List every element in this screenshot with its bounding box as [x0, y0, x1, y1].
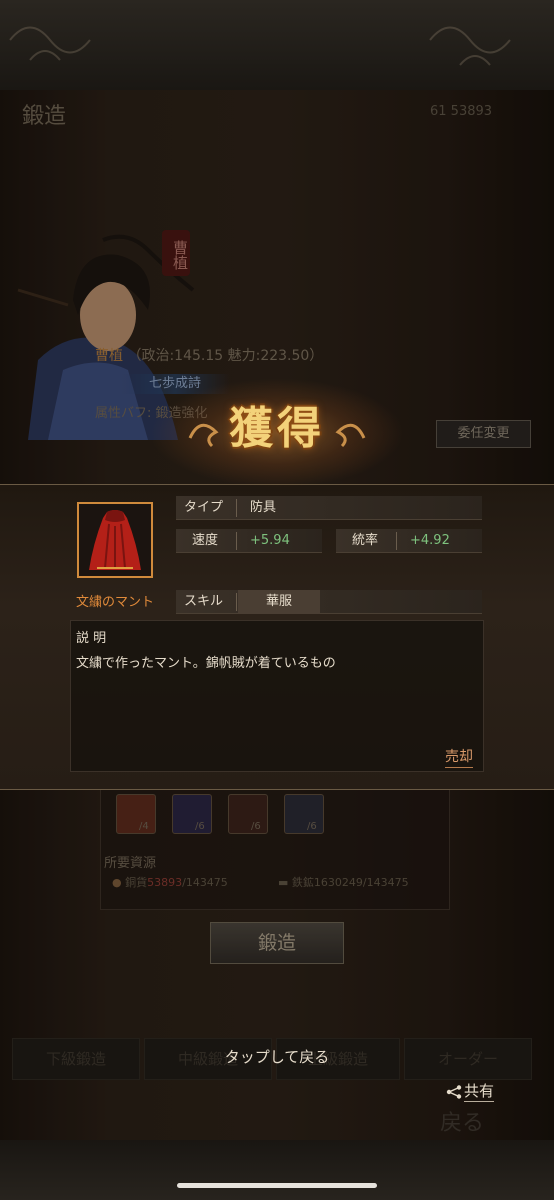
skill-row: スキル: [176, 590, 482, 614]
cloud-pattern-top: [9, 26, 511, 66]
tap-to-return-text[interactable]: タップして戻る: [0, 1046, 554, 1067]
skill-value-chip[interactable]: 華服: [238, 590, 320, 614]
description-text: 文繍で作ったマント。錦帆賊が着ているもの: [76, 656, 336, 671]
share-label: 共有: [464, 1082, 495, 1102]
description-heading: 説 明: [76, 631, 107, 646]
type-value: 防具: [250, 500, 277, 515]
sell-button[interactable]: 売却: [445, 746, 473, 768]
command-value: +4.92: [410, 533, 450, 548]
description-box: [70, 620, 484, 772]
speed-label: 速度: [192, 533, 219, 548]
type-row: タイプ 防具: [176, 496, 482, 520]
home-indicator[interactable]: [177, 1183, 377, 1188]
share-button[interactable]: 共有: [446, 1080, 495, 1102]
share-icon: [446, 1084, 462, 1099]
type-label: タイプ: [184, 500, 224, 515]
skill-label: スキル: [184, 594, 224, 609]
bottom-banner: [0, 1140, 554, 1200]
divider: [236, 593, 237, 611]
command-row: 統率 +4.92: [336, 529, 482, 553]
divider: [236, 499, 237, 517]
speed-row: 速度 +5.94: [176, 529, 322, 553]
divider: [236, 532, 237, 550]
item-name: 文繍のマント: [75, 595, 154, 610]
acquired-title: 獲得: [229, 403, 325, 454]
command-label: 統率: [352, 533, 379, 548]
speed-value: +5.94: [250, 533, 290, 548]
item-icon-frame: [77, 502, 153, 578]
cloak-icon: [89, 510, 141, 570]
divider: [396, 532, 397, 550]
